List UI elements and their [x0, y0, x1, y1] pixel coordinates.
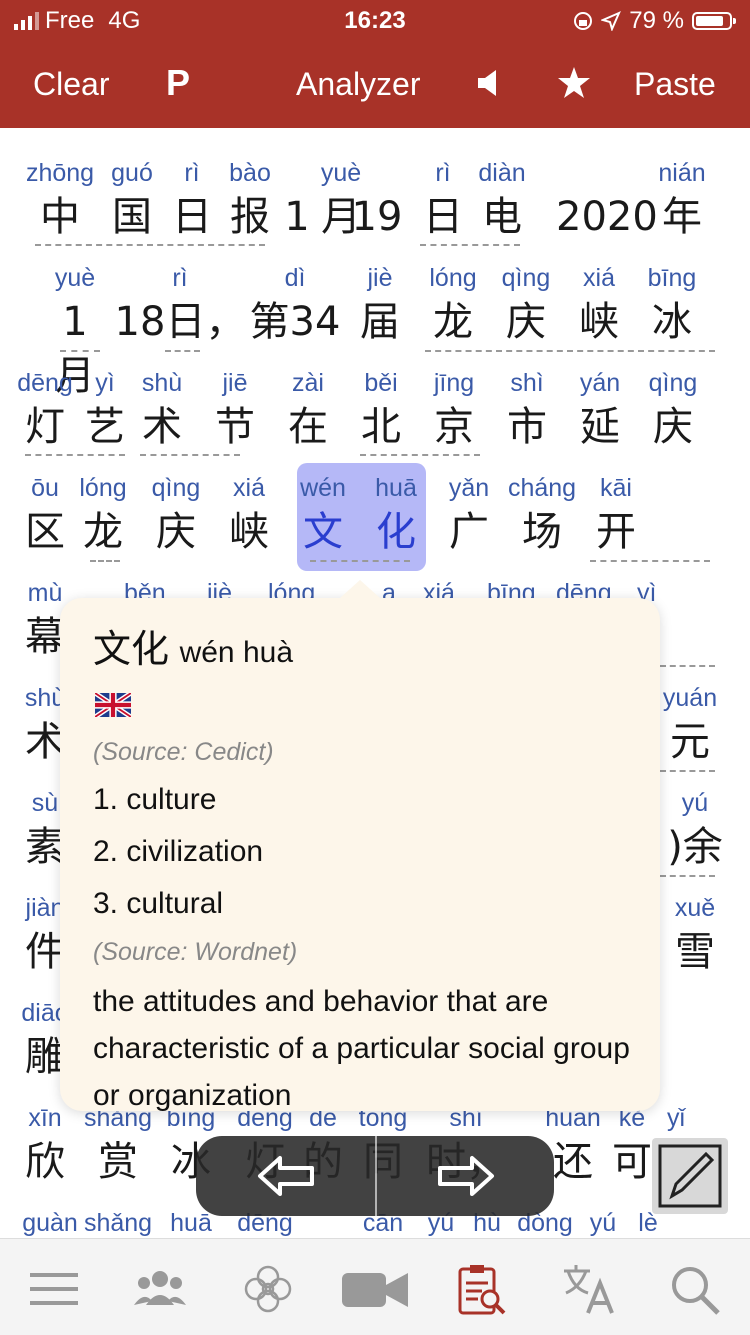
definition-3: 3. cultural [93, 887, 224, 920]
token[interactable]: rì 18日， [110, 261, 250, 349]
tab-bar [0, 1238, 750, 1335]
source-cedict: (Source: Cedict) [93, 738, 274, 766]
paste-button[interactable]: Paste [634, 66, 716, 103]
word-underline [660, 770, 715, 772]
token[interactable]: qìng 庆 [141, 471, 211, 559]
location-icon [601, 11, 622, 31]
token[interactable]: shù 术 [127, 366, 197, 454]
token[interactable]: lóng 龙 [418, 261, 488, 349]
token[interactable]: zhōng 中 [25, 156, 95, 244]
token[interactable]: qìng 庆 [638, 366, 708, 454]
token[interactable]: nián 年 [647, 156, 717, 244]
word-underline [660, 875, 715, 877]
token[interactable]: xiá 峡 [564, 261, 634, 349]
token[interactable]: yán 延 [565, 366, 635, 454]
previous-arrow-icon[interactable] [256, 1154, 316, 1198]
token[interactable]: shǎng [83, 1206, 153, 1238]
wordnet-definition: the attitudes and behavior that are char… [93, 985, 630, 1112]
token[interactable]: jiē 节 [200, 366, 270, 454]
token[interactable]: běi 北 [346, 366, 416, 454]
definition-1: 1. culture [93, 783, 217, 816]
dictionary-popup: 文化 wén huà (Source: Cedict) 1. culture 2… [60, 580, 660, 1112]
nav-bar: Clear P Analyzer Paste [0, 40, 750, 128]
word-underline [90, 560, 120, 562]
popup-pinyin: wén huà [179, 636, 294, 669]
token[interactable]: diàn 电 [467, 156, 537, 244]
token[interactable]: xīn 欣 [10, 1101, 80, 1189]
word-underline [310, 560, 410, 562]
token[interactable]: yú)余 [655, 786, 735, 874]
token[interactable]: yuè 1 月 [40, 261, 110, 399]
clear-button[interactable]: Clear [33, 66, 109, 103]
word-underline [25, 454, 125, 456]
word-underline [420, 244, 520, 246]
token[interactable]: 19 [342, 156, 412, 244]
battery-label: 79 % [629, 7, 684, 34]
word-underline [590, 560, 710, 562]
search-icon[interactable] [666, 1261, 722, 1317]
word-underline [35, 244, 265, 246]
uk-flag-icon[interactable] [95, 693, 131, 717]
flower-icon[interactable] [240, 1261, 296, 1317]
token[interactable]: cháng 场 [507, 471, 577, 559]
status-bar: Free 4G 16:23 79 % [0, 0, 750, 40]
definition-2: 2. civilization [93, 835, 264, 868]
orientation-lock-icon [574, 12, 593, 30]
word-underline [60, 350, 100, 352]
translate-icon[interactable] [560, 1261, 616, 1317]
status-right: 79 % [573, 7, 736, 35]
edit-button[interactable] [652, 1138, 728, 1214]
token[interactable]: dì 第34 [240, 261, 350, 349]
people-icon[interactable] [132, 1261, 188, 1317]
token[interactable]: qìng 庆 [491, 261, 561, 349]
token[interactable]: 2020 [556, 156, 658, 244]
word-underline [425, 350, 715, 352]
source-wordnet: (Source: Wordnet) [93, 938, 298, 966]
analyzer-icon[interactable] [452, 1261, 508, 1317]
navigation-arrows [196, 1136, 554, 1216]
popup-heading: 文化 wén huà [93, 618, 293, 673]
token[interactable]: yuán 元 [655, 681, 725, 769]
star-icon[interactable] [556, 65, 592, 101]
word-underline [165, 350, 200, 352]
word-underline [660, 665, 715, 667]
token[interactable]: lóng 龙 [68, 471, 138, 559]
video-icon[interactable] [340, 1261, 410, 1317]
next-arrow-icon[interactable] [436, 1154, 496, 1198]
token[interactable]: yǎn 广 [434, 471, 504, 559]
token[interactable]: kāi 开 [581, 471, 651, 559]
menu-icon[interactable] [26, 1261, 82, 1317]
token[interactable]: jīng 京 [419, 366, 489, 454]
token[interactable]: guàn [15, 1206, 85, 1238]
word-underline [140, 454, 240, 456]
popup-word: 文化 [93, 629, 170, 671]
word-underline [360, 454, 480, 456]
token[interactable]: shì 市 [492, 366, 562, 454]
selected-token[interactable]: huā 化 [361, 471, 431, 559]
arrows-divider [375, 1136, 377, 1216]
p-button[interactable]: P [166, 62, 190, 104]
speaker-icon[interactable] [476, 68, 502, 98]
token[interactable]: zài 在 [273, 366, 343, 454]
pencil-icon [658, 1144, 722, 1208]
selected-token[interactable]: wén 文 [288, 471, 358, 559]
battery-icon [692, 12, 736, 30]
token[interactable]: xiá 峡 [214, 471, 284, 559]
analyzer-content: zhōng 中 guó 国 rì 日 bào 报 1 yuè 月 19 rì 日 diàn 电… [0, 128, 750, 1238]
token[interactable]: jiè 届 [345, 261, 415, 349]
token[interactable]: xuě 雪 [660, 891, 730, 979]
nav-title: Analyzer [296, 66, 421, 102]
token[interactable]: bīng 冰 [637, 261, 707, 349]
